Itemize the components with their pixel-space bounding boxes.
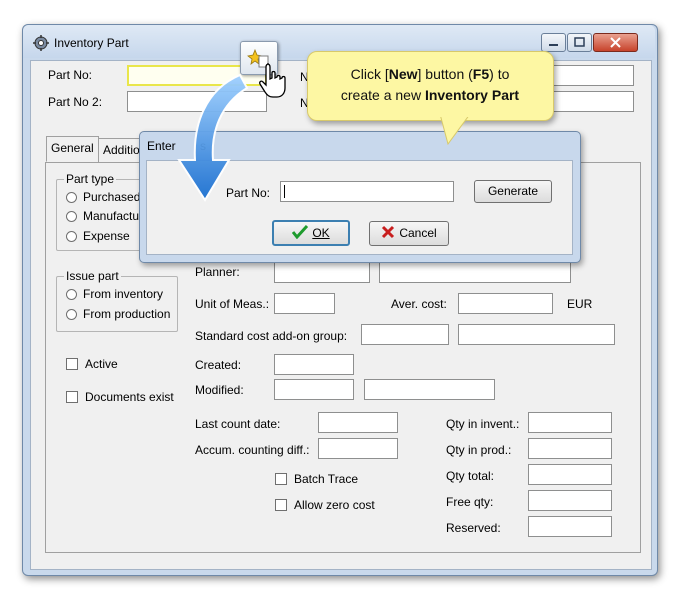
reserved-label: Reserved: [446, 521, 501, 535]
radio-from-inventory-label: From inventory [83, 287, 164, 301]
modified-label: Modified: [195, 383, 244, 397]
aver-cost-input[interactable] [458, 293, 553, 314]
minimize-button[interactable] [541, 33, 566, 52]
radio-purchased[interactable] [66, 192, 77, 203]
callout-tail [439, 114, 471, 146]
callout-line2-pre: create a new [340, 87, 425, 103]
accum-counting-diff-input[interactable] [318, 438, 398, 459]
check-icon [292, 224, 309, 240]
qty-in-invent-input[interactable] [528, 412, 612, 433]
guide-arrow-icon [177, 73, 249, 202]
planner-label: Planner: [195, 265, 240, 279]
created-label: Created: [195, 358, 242, 372]
std-cost-group-label: Standard cost add-on group: [195, 329, 348, 343]
qty-in-invent-label: Qty in invent.: [446, 417, 520, 431]
app-icon [33, 35, 49, 51]
generate-button[interactable]: Generate [474, 180, 552, 203]
maximize-button[interactable] [567, 33, 592, 52]
callout-line-1: Click [New] button (F5) to [315, 64, 545, 85]
ok-button-label: OK [312, 226, 330, 240]
last-count-date-input[interactable] [318, 412, 398, 433]
issue-part-title: Issue part [64, 269, 121, 283]
radio-expense[interactable] [66, 231, 77, 242]
minimize-icon [549, 44, 558, 46]
batch-trace-label: Batch Trace [294, 472, 359, 486]
std-cost-group-desc-input[interactable] [458, 324, 615, 345]
part-type-title: Part type [64, 172, 117, 186]
radio-manufactured[interactable] [66, 211, 77, 222]
callout-new: New [388, 66, 418, 82]
radio-from-inventory[interactable] [66, 289, 77, 300]
radio-from-production-label: From production [83, 307, 171, 321]
currency-label: EUR [567, 297, 593, 311]
issue-part-group [56, 276, 178, 332]
maximize-icon [574, 37, 585, 47]
active-label: Active [85, 357, 118, 371]
name-input[interactable] [540, 65, 634, 86]
free-qty-input[interactable] [528, 490, 612, 511]
tab-additional[interactable]: Additio [98, 138, 143, 162]
documents-exist-label: Documents exist [85, 390, 174, 404]
part-no-label: Part No: [48, 68, 93, 82]
active-checkbox[interactable] [66, 358, 78, 370]
tab-general[interactable]: General [46, 136, 99, 162]
callout-text: Click [New] button (F5) to create a new … [315, 64, 545, 106]
free-qty-label: Free qty: [446, 495, 494, 509]
qty-in-prod-label: Qty in prod.: [446, 443, 512, 457]
radio-purchased-label: Purchased [83, 190, 141, 204]
callout-key: F5 [472, 66, 490, 82]
part-no-2-label: Part No 2: [48, 95, 103, 109]
dialog-part-no-input[interactable] [280, 181, 454, 202]
batch-trace-checkbox[interactable] [275, 473, 287, 485]
callout-mid: ] button ( [417, 66, 473, 82]
reserved-input[interactable] [528, 516, 612, 537]
modified-input[interactable] [274, 379, 354, 400]
accum-counting-diff-label: Accum. counting diff.: [195, 443, 310, 457]
cancel-button-label: Cancel [399, 226, 437, 240]
allow-zero-cost-label: Allow zero cost [294, 498, 375, 512]
allow-zero-cost-checkbox[interactable] [275, 499, 287, 511]
cancel-button[interactable]: Cancel [369, 221, 449, 246]
tab-general-label: General [51, 141, 94, 155]
qty-total-input[interactable] [528, 464, 612, 485]
cancel-x-icon [382, 225, 395, 239]
unit-of-meas-label: Unit of Meas.: [195, 297, 270, 311]
text-caret [284, 185, 285, 198]
close-icon [610, 37, 621, 48]
radio-expense-label: Expense [83, 229, 130, 243]
modified-by-input[interactable] [364, 379, 495, 400]
aver-cost-label: Aver. cost: [391, 297, 447, 311]
tab-additional-label: Additio [103, 143, 140, 157]
planner-input[interactable] [274, 262, 370, 283]
radio-from-production[interactable] [66, 309, 77, 320]
qty-total-label: Qty total: [446, 469, 495, 483]
radio-manufactured-label: Manufactu [83, 209, 140, 223]
name-2-input[interactable] [540, 91, 634, 112]
qty-in-prod-input[interactable] [528, 438, 612, 459]
close-button[interactable] [593, 33, 638, 52]
generate-button-label: Generate [487, 184, 539, 198]
planner-name-input[interactable] [379, 262, 571, 283]
unit-of-meas-input[interactable] [274, 293, 335, 314]
callout-line2-bold: Inventory Part [424, 87, 520, 103]
std-cost-group-input[interactable] [361, 324, 449, 345]
callout-post: ) to [489, 66, 510, 82]
last-count-date-label: Last count date: [195, 417, 281, 431]
window-title: Inventory Part [54, 36, 129, 50]
ok-button[interactable]: OK [272, 220, 350, 246]
documents-exist-checkbox[interactable] [66, 391, 78, 403]
callout-pre: Click [ [350, 66, 389, 82]
created-input[interactable] [274, 354, 354, 375]
callout-line-2: create a new Inventory Part [315, 85, 545, 106]
